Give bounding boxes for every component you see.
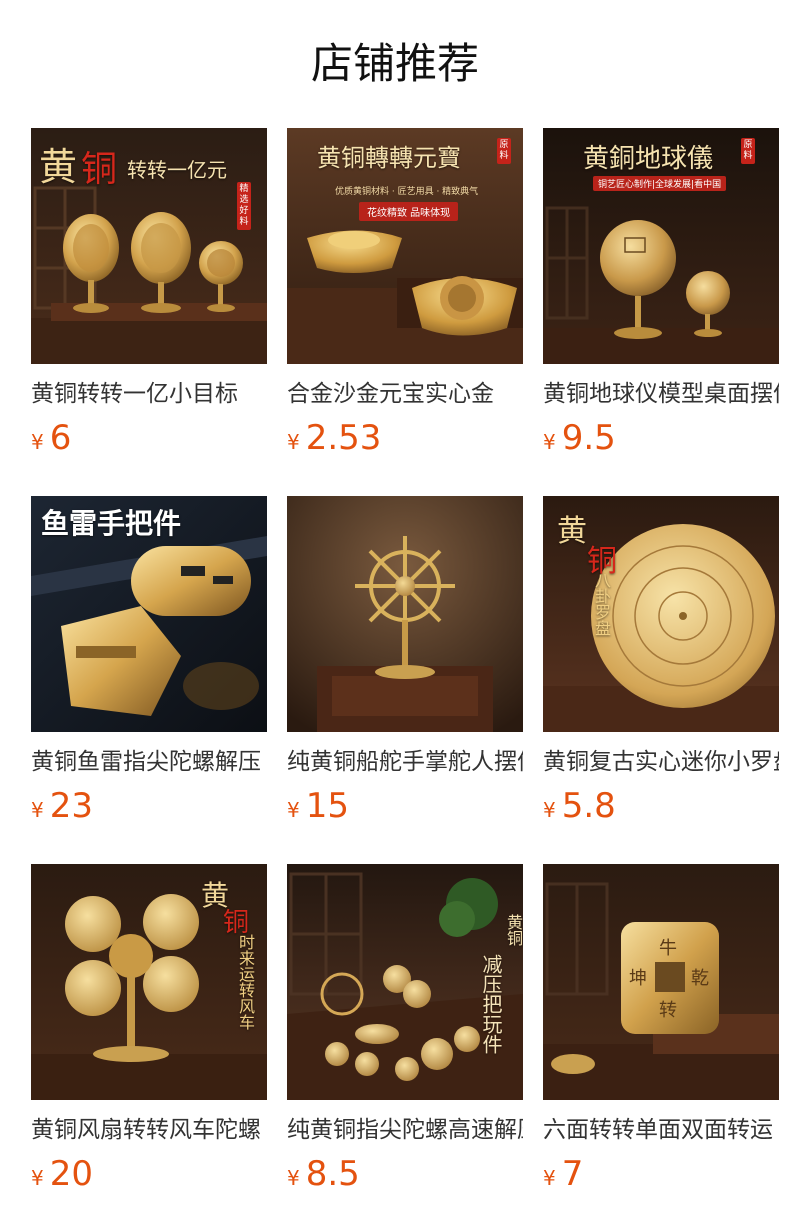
image-title-char: 黄 bbox=[39, 145, 78, 189]
image-title-char: 黄 bbox=[557, 514, 587, 549]
product-card[interactable]: 纯黄铜船舵手掌舵人摆件 ¥15 bbox=[287, 496, 523, 832]
product-image[interactable]: 黄铜轉轉元寶 原料 优质黄铜材料 · 匠艺用具 · 精致典气 花纹精致 品味体现 bbox=[287, 128, 523, 364]
currency-symbol: ¥ bbox=[31, 798, 44, 822]
price-value: 6 bbox=[49, 418, 72, 458]
currency-symbol: ¥ bbox=[543, 430, 556, 454]
product-card[interactable]: 黄铜 减压把玩件 纯黄铜指尖陀螺高速解压 ¥8.5 bbox=[287, 864, 523, 1200]
product-card[interactable]: 黄銅地球儀 原料 铜艺匠心制作|全球发展|看中国 黄铜地球仪模型桌面摆件 ¥9.… bbox=[543, 128, 779, 464]
image-seal: 原料 bbox=[497, 138, 511, 164]
product-name[interactable]: 黄铜风扇转转风车陀螺 bbox=[31, 1114, 267, 1146]
price-value: 15 bbox=[305, 786, 349, 826]
image-title-char: 铜 bbox=[81, 149, 118, 190]
price-value: 23 bbox=[49, 786, 93, 826]
image-title: 鱼雷手把件 bbox=[41, 507, 182, 540]
product-image[interactable]: 牛 乾 坤 转 bbox=[543, 864, 779, 1100]
product-image[interactable]: 黄铜 减压把玩件 bbox=[287, 864, 523, 1100]
image-subtitle: 八卦罗盘 bbox=[592, 572, 611, 636]
coin-char: 转 bbox=[659, 1000, 677, 1021]
product-card[interactable]: 黄 铜 八卦罗盘 黄铜复古实心迷你小罗盘 ¥5.8 bbox=[543, 496, 779, 832]
coin-char: 牛 bbox=[659, 938, 677, 959]
product-card[interactable]: 鱼雷手把件 黄铜鱼雷指尖陀螺解压 ¥23 bbox=[31, 496, 267, 832]
product-card[interactable]: 黄铜轉轉元寶 原料 优质黄铜材料 · 匠艺用具 · 精致典气 花纹精致 品味体现… bbox=[287, 128, 523, 464]
currency-symbol: ¥ bbox=[31, 1166, 44, 1190]
price-value: 2.53 bbox=[305, 418, 382, 458]
image-banner: 花纹精致 品味体现 bbox=[359, 202, 459, 221]
currency-symbol: ¥ bbox=[543, 1166, 556, 1190]
price-value: 7 bbox=[561, 1154, 584, 1194]
product-name[interactable]: 六面转转单面双面转运 bbox=[543, 1114, 779, 1146]
product-card[interactable]: 黄 铜 时来运转风车 黄铜风扇转转风车陀螺 ¥20 bbox=[31, 864, 267, 1200]
product-image[interactable]: 鱼雷手把件 bbox=[31, 496, 267, 732]
product-price: ¥6 bbox=[31, 418, 267, 464]
price-value: 8.5 bbox=[305, 1154, 360, 1194]
currency-symbol: ¥ bbox=[31, 430, 44, 454]
currency-symbol: ¥ bbox=[287, 798, 300, 822]
product-image[interactable]: 黄 铜 转转一亿元 精选好料 bbox=[31, 128, 267, 364]
currency-symbol: ¥ bbox=[287, 430, 300, 454]
product-card[interactable]: 黄 铜 转转一亿元 精选好料 黄铜转转一亿小目标 ¥6 bbox=[31, 128, 267, 464]
product-name[interactable]: 黄铜复古实心迷你小罗盘 bbox=[543, 746, 779, 778]
product-name[interactable]: 合金沙金元宝实心金 bbox=[287, 378, 523, 410]
image-title: 黄铜轉轉元寶 bbox=[317, 144, 461, 172]
product-image[interactable]: 黄 铜 八卦罗盘 bbox=[543, 496, 779, 732]
image-tagline: 优质黄铜材料 · 匠艺用具 · 精致典气 bbox=[335, 187, 479, 197]
image-subtitle: 转转一亿元 bbox=[127, 158, 227, 182]
product-image[interactable]: 黄銅地球儀 原料 铜艺匠心制作|全球发展|看中国 bbox=[543, 128, 779, 364]
product-name[interactable]: 黄铜转转一亿小目标 bbox=[31, 378, 267, 410]
image-title: 黄铜 bbox=[504, 914, 523, 946]
price-value: 5.8 bbox=[561, 786, 616, 826]
product-price: ¥23 bbox=[31, 786, 267, 832]
product-image[interactable]: 黄 铜 时来运转风车 bbox=[31, 864, 267, 1100]
image-seal: 原料 bbox=[741, 138, 755, 164]
product-price: ¥9.5 bbox=[543, 418, 779, 464]
product-name[interactable]: 纯黄铜船舵手掌舵人摆件 bbox=[287, 746, 523, 778]
price-value: 20 bbox=[49, 1154, 93, 1194]
currency-symbol: ¥ bbox=[543, 798, 556, 822]
product-name[interactable]: 黄铜地球仪模型桌面摆件 bbox=[543, 378, 779, 410]
image-subtitle: 时来运转风车 bbox=[236, 934, 255, 1030]
coin-char: 坤 bbox=[629, 968, 647, 989]
image-subtitle: 减压把玩件 bbox=[479, 954, 503, 1054]
page-title: 店铺推荐 bbox=[310, 39, 479, 88]
product-price: ¥8.5 bbox=[287, 1154, 523, 1200]
product-card[interactable]: 牛 乾 坤 转 六面转转单面双面转运 ¥7 bbox=[543, 864, 779, 1200]
image-title: 黄銅地球儀 bbox=[583, 144, 714, 174]
product-price: ¥2.53 bbox=[287, 418, 523, 464]
product-price: ¥5.8 bbox=[543, 786, 779, 832]
price-value: 9.5 bbox=[561, 418, 616, 458]
currency-symbol: ¥ bbox=[287, 1166, 300, 1190]
image-seal: 精选好料 bbox=[237, 182, 251, 230]
product-price: ¥20 bbox=[31, 1154, 267, 1200]
product-price: ¥15 bbox=[287, 786, 523, 832]
image-banner: 铜艺匠心制作|全球发展|看中国 bbox=[593, 176, 727, 191]
product-price: ¥7 bbox=[543, 1154, 779, 1200]
product-name[interactable]: 纯黄铜指尖陀螺高速解压 bbox=[287, 1114, 523, 1146]
product-image[interactable] bbox=[287, 496, 523, 732]
coin-char: 乾 bbox=[691, 968, 709, 989]
product-name[interactable]: 黄铜鱼雷指尖陀螺解压 bbox=[31, 746, 267, 778]
